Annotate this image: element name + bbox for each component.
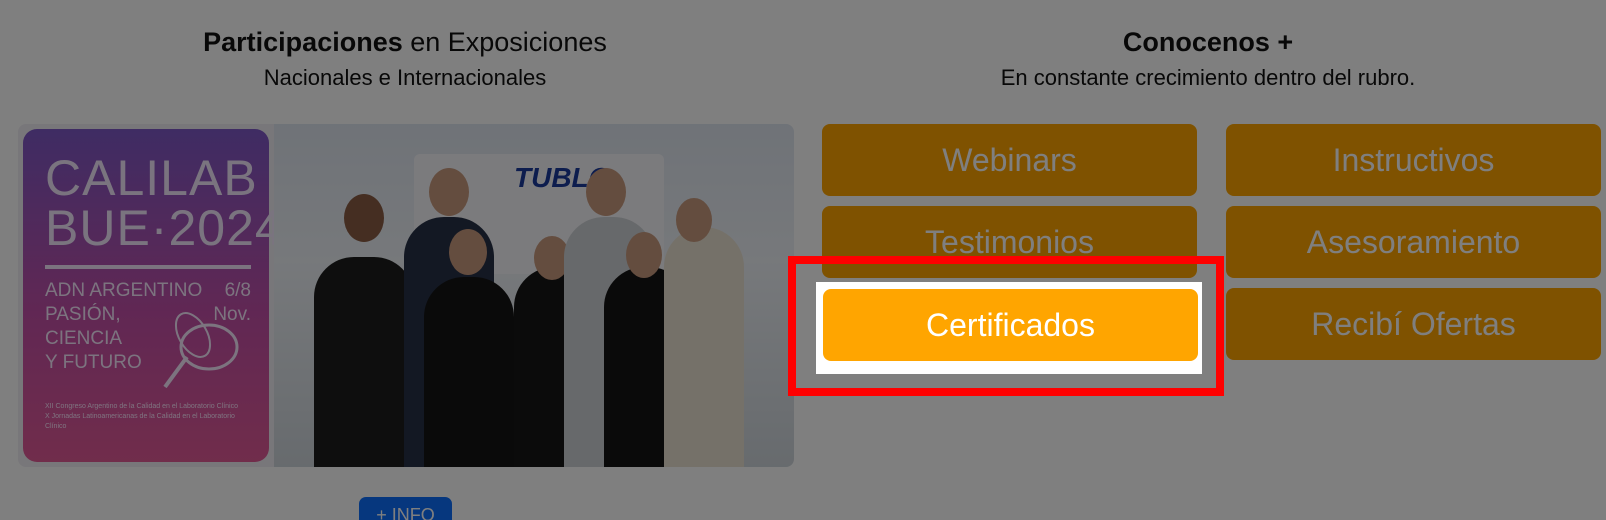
webinars-button[interactable]: Webinars <box>822 124 1197 196</box>
info-button[interactable]: + INFO <box>359 497 452 520</box>
banner-fine-print: XII Congreso Argentino de la Calidad en … <box>45 402 255 432</box>
person-head <box>676 198 712 242</box>
person-head <box>449 229 487 275</box>
banner-tagline-1: ADN ARGENTINO <box>45 280 203 301</box>
banner-tagline-2: PASIÓN, <box>45 304 121 325</box>
about-heading: Conocenos + En constante crecimiento den… <box>810 22 1606 94</box>
exhibitions-title-bold: Participaciones <box>203 27 403 57</box>
person <box>424 277 514 467</box>
exhibitions-title-rest: en Exposiciones <box>402 27 607 57</box>
person-head <box>626 232 662 278</box>
banner-dates: 6/8 <box>224 280 251 301</box>
about-title: Conocenos + <box>1122 27 1294 57</box>
racket-icon <box>163 312 239 389</box>
banner-fine-print-1: XII Congreso Argentino de la Calidad en … <box>45 403 239 410</box>
exhibitions-heading: Participaciones en Exposiciones Nacional… <box>0 22 810 94</box>
exhibitions-subtitle: Nacionales e Internacionales <box>263 65 547 90</box>
about-subtitle: En constante crecimiento dentro del rubr… <box>1000 65 1416 90</box>
banner-year: BUE·2024 <box>45 200 284 256</box>
person-head <box>344 194 384 242</box>
banner-divider <box>45 265 251 269</box>
person <box>314 257 414 467</box>
exhibition-image: CALILAB BUE·2024 ADN ARGENTINO 6/8 PASIÓ… <box>18 124 794 467</box>
person-head <box>586 168 626 216</box>
team-photo: TUBLO <box>274 124 794 467</box>
calilab-banner: CALILAB BUE·2024 ADN ARGENTINO 6/8 PASIÓ… <box>18 124 284 467</box>
banner-row-1: ADN ARGENTINO 6/8 <box>45 279 251 303</box>
person-head <box>429 168 469 216</box>
asesoramiento-button[interactable]: Asesoramiento <box>1226 206 1601 278</box>
instructivos-button[interactable]: Instructivos <box>1226 124 1601 196</box>
person <box>664 227 744 467</box>
page: Participaciones en Exposiciones Nacional… <box>0 0 1606 520</box>
banner-fine-print-2: X Jornadas Latinoamericanas de la Calida… <box>45 413 235 430</box>
highlight-box <box>788 256 1224 396</box>
banner-title: CALILAB <box>45 150 258 206</box>
calilab-banner-card: CALILAB BUE·2024 ADN ARGENTINO 6/8 PASIÓ… <box>23 129 284 462</box>
recibi-ofertas-button[interactable]: Recibí Ofertas <box>1226 288 1601 360</box>
